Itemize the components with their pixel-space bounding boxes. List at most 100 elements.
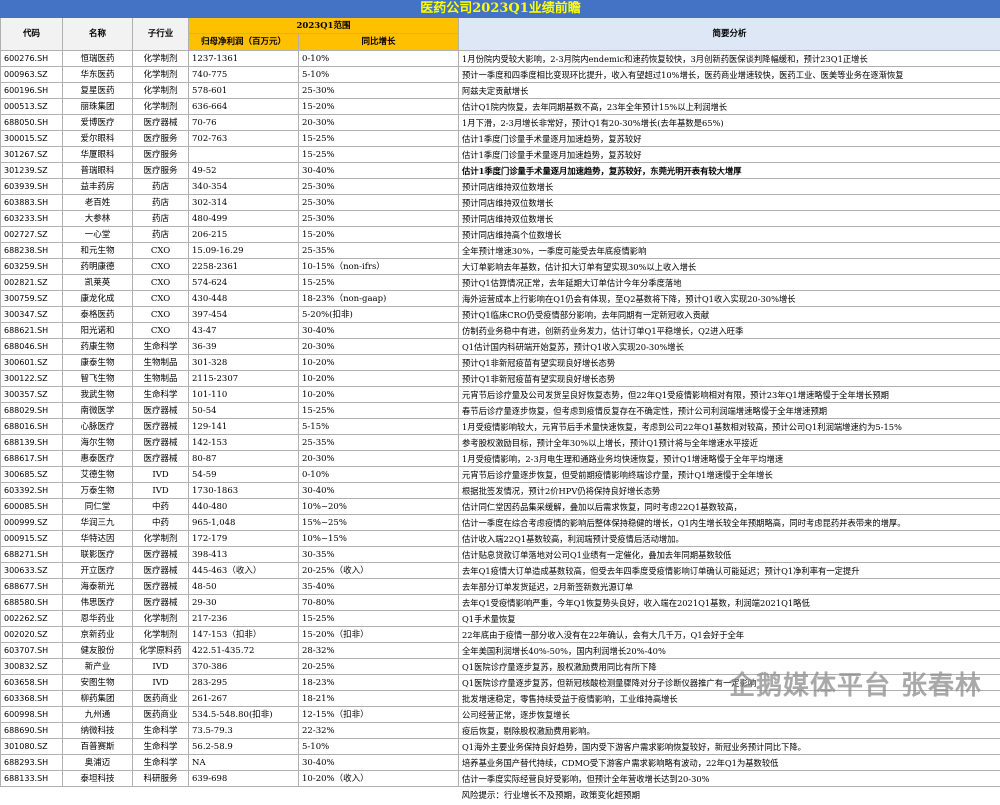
- cell-industry: 医疗服务: [133, 131, 189, 147]
- cell-industry: IVD: [133, 467, 189, 483]
- cell-code: 688133.SH: [1, 771, 63, 787]
- cell-growth: 10%~15%: [299, 531, 459, 547]
- cell-growth: 20-30%: [299, 115, 459, 131]
- cell-industry: 医疗器械: [133, 563, 189, 579]
- cell-growth: 20-30%: [299, 451, 459, 467]
- cell-industry: 化学制剂: [133, 51, 189, 67]
- cell-industry: 化学制剂: [133, 531, 189, 547]
- cell-code: 688677.SH: [1, 579, 63, 595]
- cell-industry: IVD: [133, 675, 189, 691]
- cell-growth: 15-25%: [299, 611, 459, 627]
- cell-growth: 70-80%: [299, 595, 459, 611]
- cell-name: 九州通: [63, 707, 133, 723]
- cell-code: 688617.SH: [1, 451, 63, 467]
- cell-name: 纳微科技: [63, 723, 133, 739]
- cell-code: 002821.SZ: [1, 275, 63, 291]
- cell-industry: 中药: [133, 515, 189, 531]
- cell-name: 爱尔眼科: [63, 131, 133, 147]
- header-growth: 同比增长: [299, 34, 459, 51]
- cell-profit: 422.51-435.72: [189, 643, 299, 659]
- cell-profit: 80-87: [189, 451, 299, 467]
- spreadsheet: 医药公司2023Q1业绩前瞻 代码 名称 子行业 2023Q1范围 简要分析 归…: [0, 0, 1000, 722]
- table-row: 688293.SH奥浦迈生命科学NA30-40%培养基业务国产替代持续，CDMO…: [1, 755, 1000, 771]
- cell-code: 688016.SH: [1, 419, 63, 435]
- cell-code: 688621.SH: [1, 323, 63, 339]
- table-row: 688677.SH海泰新光医疗器械48-5035-40%去年部分订单发货延迟，2…: [1, 579, 1000, 595]
- table-row: 000513.SZ丽珠集团化学制剂636-66415-20%估计Q1院内恢复，去…: [1, 99, 1000, 115]
- cell-profit: 370-386: [189, 659, 299, 675]
- cell-profit: 217-236: [189, 611, 299, 627]
- cell-code: 603259.SH: [1, 259, 63, 275]
- cell-analysis: 预计同店维持高个位数增长: [459, 227, 1000, 243]
- cell-name: 一心堂: [63, 227, 133, 243]
- table-row: 688133.SH泰坦科技科研服务639-69810-20%（收入）估计一季度实…: [1, 771, 1000, 787]
- cell-name: 智飞生物: [63, 371, 133, 387]
- cell-growth: 30-40%: [299, 323, 459, 339]
- cell-code: 600998.SH: [1, 707, 63, 723]
- cell-name: 爱博医疗: [63, 115, 133, 131]
- cell-industry: IVD: [133, 483, 189, 499]
- cell-name: 华厦眼科: [63, 147, 133, 163]
- cell-name: 阳光诺和: [63, 323, 133, 339]
- cell-industry: 药店: [133, 195, 189, 211]
- table-row: 002262.SZ恩华药业化学制剂217-23615-25%Q1手术量恢复: [1, 611, 1000, 627]
- table-row: 603392.SH万泰生物IVD1730-186330-40%根据批签发情况，预…: [1, 483, 1000, 499]
- cell-code: 688580.SH: [1, 595, 63, 611]
- table-row: 300633.SZ开立医疗医疗器械445-463（收入）20-25%（收入）去年…: [1, 563, 1000, 579]
- cell-analysis: Q1估计国内科研端开始复苏，预计Q1收入实现20-30%增长: [459, 339, 1000, 355]
- cell-code: 002262.SZ: [1, 611, 63, 627]
- table-row: 300357.SZ我武生物生命科学101-11010-20%元宵节后诊疗量及公司…: [1, 387, 1000, 403]
- cell-growth: 0-10%: [299, 51, 459, 67]
- cell-code: 688139.SH: [1, 435, 63, 451]
- cell-profit: 302-314: [189, 195, 299, 211]
- cell-name: 伟思医疗: [63, 595, 133, 611]
- cell-industry: 化学原料药: [133, 643, 189, 659]
- title-row: 医药公司2023Q1业绩前瞻: [1, 1, 1000, 18]
- cell-industry: 生命科学: [133, 339, 189, 355]
- cell-industry: 化学制剂: [133, 611, 189, 627]
- cell-growth: 30-40%: [299, 163, 459, 179]
- cell-name: 惠泰医疗: [63, 451, 133, 467]
- cell-code: 688271.SH: [1, 547, 63, 563]
- cell-industry: 医药商业: [133, 707, 189, 723]
- cell-profit: 129-141: [189, 419, 299, 435]
- cell-name: 恩华药业: [63, 611, 133, 627]
- cell-analysis: 全年预计增速30%，一季度可能受去年底疫情影响: [459, 243, 1000, 259]
- header-analysis: 简要分析: [459, 18, 1000, 51]
- cell-industry: 生命科学: [133, 755, 189, 771]
- cell-growth: 10-20%（收入）: [299, 771, 459, 787]
- cell-profit: 172-179: [189, 531, 299, 547]
- cell-analysis: 估计1季度门诊量手术量逐月加速趋势，复苏较好: [459, 147, 1000, 163]
- cell-code: 603368.SH: [1, 691, 63, 707]
- cell-name: 泰格医药: [63, 307, 133, 323]
- cell-code: 301267.SZ: [1, 147, 63, 163]
- cell-growth: 25-35%: [299, 243, 459, 259]
- cell-industry: 医疗器械: [133, 451, 189, 467]
- cell-industry: 医疗器械: [133, 419, 189, 435]
- cell-profit: 49-52: [189, 163, 299, 179]
- cell-name: 丽珠集团: [63, 99, 133, 115]
- table-row: 002821.SZ凯莱英CXO574-62415-25%预计Q1估算情况正常，去…: [1, 275, 1000, 291]
- cell-profit: 48-50: [189, 579, 299, 595]
- cell-industry: 化学制剂: [133, 83, 189, 99]
- cell-growth: 25-30%: [299, 179, 459, 195]
- cell-growth: 5-10%: [299, 739, 459, 755]
- cell-industry: 中药: [133, 499, 189, 515]
- cell-profit: 965-1,048: [189, 515, 299, 531]
- cell-profit: 206-215: [189, 227, 299, 243]
- cell-industry: IVD: [133, 659, 189, 675]
- cell-profit: 43-47: [189, 323, 299, 339]
- cell-name: 我武生物: [63, 387, 133, 403]
- cell-analysis: 预计Q1非新冠疫苗有望实现良好增长态势: [459, 355, 1000, 371]
- cell-growth: 10-20%: [299, 371, 459, 387]
- cell-analysis: 疫后恢复，剔除股权激励费用影响。: [459, 723, 1000, 739]
- table-row: 000999.SZ华润三九中药965-1,04815%~25%估计一季度在综合考…: [1, 515, 1000, 531]
- cell-analysis: 去年Q1疫情大订单造成基数较高，但受去年四季度受疫情影响订单确认可能延迟；预计Q…: [459, 563, 1000, 579]
- cell-code: 600196.SH: [1, 83, 63, 99]
- table-row: 600085.SH同仁堂中药440-48010%~20%估计同仁堂因药品集采缓解…: [1, 499, 1000, 515]
- cell-code: 300122.SZ: [1, 371, 63, 387]
- header-code: 代码: [1, 18, 63, 51]
- cell-code: 688046.SH: [1, 339, 63, 355]
- cell-code: 002727.SZ: [1, 227, 63, 243]
- cell-profit: 1237-1361: [189, 51, 299, 67]
